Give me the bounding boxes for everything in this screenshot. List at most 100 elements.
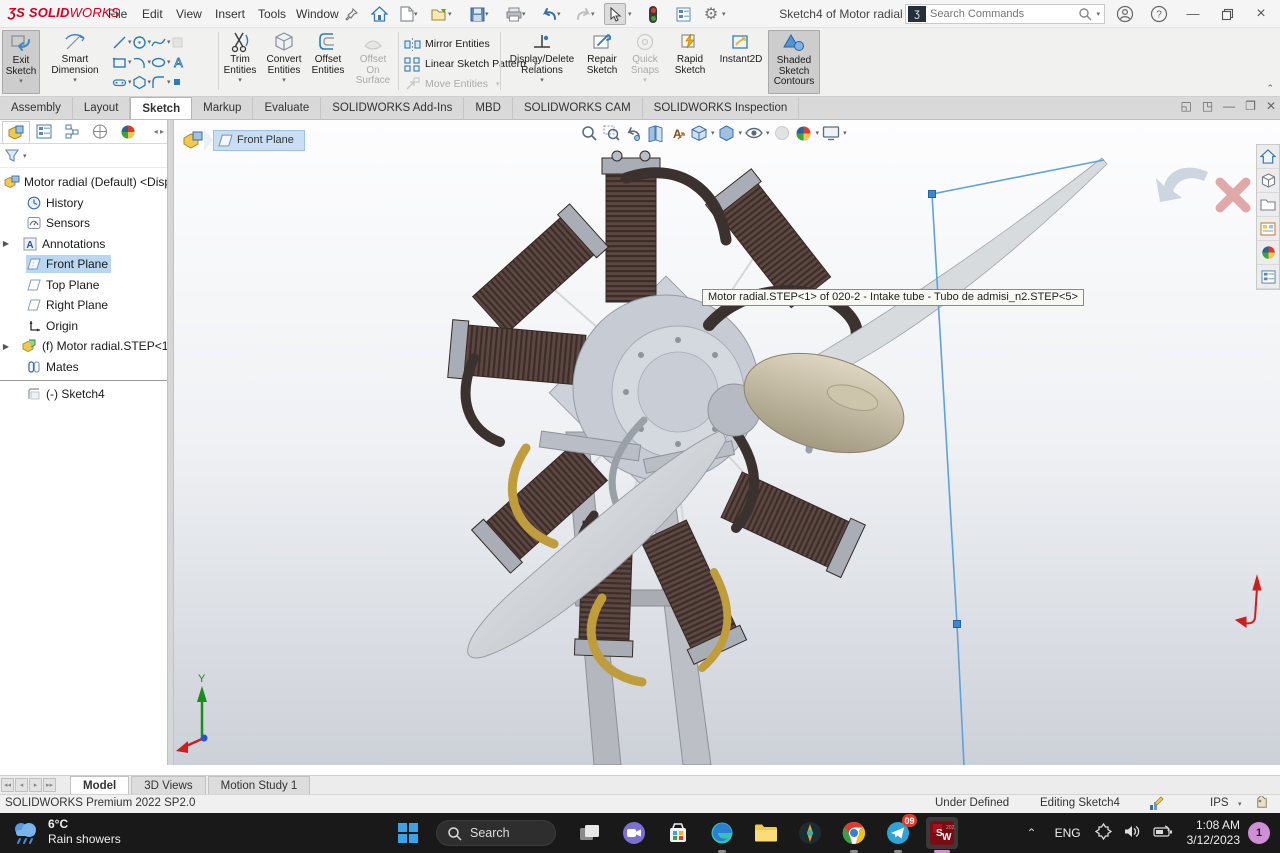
custom-properties-icon[interactable]: [1257, 265, 1279, 289]
smart-dimension-button[interactable]: Smart Dimension ▾: [44, 30, 106, 94]
previous-view-icon[interactable]: [623, 123, 643, 143]
fm-tab-configurations-icon[interactable]: [58, 121, 86, 143]
caret-down-icon[interactable]: ▾: [414, 10, 418, 18]
annotation-views-icon[interactable]: A: [667, 123, 687, 143]
display-delete-relations-button[interactable]: Display/Delete Relations ▾: [505, 30, 579, 94]
tree-item-mates[interactable]: Mates: [0, 357, 167, 378]
tab-solidworks-cam[interactable]: SOLIDWORKS CAM: [513, 97, 643, 119]
spline-tool[interactable]: ▾: [151, 32, 171, 52]
rectangle-tool[interactable]: ▾: [112, 52, 132, 72]
convert-entities-button[interactable]: Convert Entities ▾: [262, 30, 306, 94]
caret-down-icon[interactable]: ▾: [23, 152, 27, 160]
open-button[interactable]: [428, 3, 450, 25]
tab-sketch[interactable]: Sketch: [130, 97, 192, 119]
panel-splitter[interactable]: [167, 120, 174, 765]
filter-funnel-icon[interactable]: [4, 148, 20, 163]
tab-assembly[interactable]: Assembly: [0, 97, 73, 119]
tree-item-annotations[interactable]: ▶ A Annotations: [0, 234, 167, 255]
doc-close-icon[interactable]: ✕: [1266, 99, 1276, 113]
start-button[interactable]: [392, 817, 424, 849]
volume-icon[interactable]: [1124, 824, 1141, 842]
offset-entities-button[interactable]: Offset Entities: [308, 30, 348, 94]
help-icon[interactable]: ?: [1144, 0, 1174, 28]
ribbon-collapse-icon[interactable]: ⌃: [1266, 83, 1274, 94]
caret-down-icon[interactable]: ▾: [448, 10, 452, 18]
tree-item-sketch4[interactable]: (-) Sketch4: [0, 384, 167, 405]
search-icon[interactable]: [1078, 7, 1092, 21]
command-search[interactable]: Ʒ ▾: [905, 4, 1105, 24]
dark-app-button[interactable]: [794, 817, 826, 849]
breadcrumb[interactable]: Front Plane: [182, 129, 305, 151]
view-orientation-icon[interactable]: [689, 123, 709, 143]
tab-mbd[interactable]: MBD: [464, 97, 513, 119]
fm-tab-property-manager-icon[interactable]: [30, 121, 58, 143]
zoom-to-fit-icon[interactable]: [579, 123, 599, 143]
edge-browser-button[interactable]: [706, 817, 738, 849]
menu-view[interactable]: View: [168, 0, 210, 28]
fm-tab-scroll-arrows[interactable]: ◂ ▸: [154, 127, 167, 136]
fillet-tool[interactable]: ▾: [151, 72, 171, 92]
tab-3d-views[interactable]: 3D Views: [131, 776, 205, 794]
menu-window[interactable]: Window: [288, 0, 347, 28]
units-label[interactable]: IPS: [1210, 797, 1229, 809]
slot-tool[interactable]: ▾: [112, 72, 132, 92]
caret-down-icon[interactable]: ▾: [766, 129, 770, 137]
file-explorer-icon[interactable]: [1257, 193, 1279, 217]
tab-evaluate[interactable]: Evaluate: [253, 97, 321, 119]
telegram-button[interactable]: 09: [882, 817, 914, 849]
sketch-point[interactable]: [954, 621, 961, 628]
polygon-tool[interactable]: ▾: [132, 72, 152, 92]
tab-nav-next-icon[interactable]: ▸: [29, 778, 42, 792]
point-tool[interactable]: [171, 72, 184, 92]
microsoft-store-button[interactable]: [662, 817, 694, 849]
graphics-viewport[interactable]: Y Front Plane A ▾ ▾: [174, 120, 1280, 765]
display-style-icon[interactable]: [717, 123, 737, 143]
doc-restore-left-icon[interactable]: ◱: [1180, 99, 1191, 113]
circle-tool[interactable]: ▾: [132, 32, 152, 52]
menu-file[interactable]: File: [100, 0, 135, 28]
caret-down-icon[interactable]: ▾: [557, 10, 561, 18]
chat-button[interactable]: [618, 817, 650, 849]
menu-insert[interactable]: Insert: [207, 0, 253, 28]
language-indicator[interactable]: ENG: [1055, 826, 1081, 840]
options-list-icon[interactable]: [672, 3, 694, 25]
tab-model[interactable]: Model: [70, 776, 129, 794]
fm-tab-display-manager-icon[interactable]: [114, 121, 142, 143]
battery-icon[interactable]: [1153, 825, 1173, 842]
caret-down-icon[interactable]: ▾: [628, 10, 632, 18]
rapid-sketch-button[interactable]: Rapid Sketch: [668, 30, 712, 94]
tree-item-top-plane[interactable]: Top Plane: [0, 275, 167, 296]
task-pane-home-icon[interactable]: [1257, 145, 1279, 169]
search-input[interactable]: [926, 8, 1078, 20]
arc-tool[interactable]: ▾: [132, 52, 152, 72]
tab-nav-prev-icon[interactable]: ◂: [15, 778, 28, 792]
chrome-browser-button[interactable]: [838, 817, 870, 849]
breadcrumb-front-plane[interactable]: Front Plane: [213, 130, 305, 151]
accessibility-icon[interactable]: [1095, 823, 1112, 843]
fm-tab-dimxpert-icon[interactable]: [86, 121, 114, 143]
close-button[interactable]: ×: [1246, 0, 1276, 28]
ellipse-tool[interactable]: ▾: [151, 52, 171, 72]
home-button[interactable]: [368, 3, 390, 25]
taskbar-search[interactable]: Search: [436, 820, 556, 846]
minimize-button[interactable]: —: [1178, 0, 1208, 28]
tab-solidworks-inspection[interactable]: SOLIDWORKS Inspection: [643, 97, 800, 119]
restore-button[interactable]: [1212, 0, 1242, 28]
doc-restore-right-icon[interactable]: ◳: [1202, 99, 1213, 113]
performance-monitor-icon[interactable]: [642, 3, 664, 25]
file-explorer-button[interactable]: [750, 817, 782, 849]
notification-badge[interactable]: 1: [1248, 822, 1270, 844]
shaded-sketch-contours-button[interactable]: Shaded Sketch Contours: [768, 30, 820, 94]
solidworks-app-button[interactable]: SW2022: [926, 817, 958, 849]
caret-down-icon[interactable]: ▾: [282, 76, 286, 84]
menu-edit[interactable]: Edit: [134, 0, 171, 28]
tab-solidworks-addins[interactable]: SOLIDWORKS Add-Ins: [321, 97, 464, 119]
tab-layout[interactable]: Layout: [73, 97, 131, 119]
exit-sketch-button[interactable]: Exit Sketch ▾: [2, 30, 40, 94]
tab-markup[interactable]: Markup: [192, 97, 253, 119]
caret-down-icon[interactable]: ▾: [19, 77, 23, 85]
appearances-icon[interactable]: [1257, 241, 1279, 265]
sketch-point[interactable]: [929, 191, 936, 198]
caret-down-icon[interactable]: ▾: [843, 129, 847, 137]
rollback-bar[interactable]: [0, 380, 167, 381]
